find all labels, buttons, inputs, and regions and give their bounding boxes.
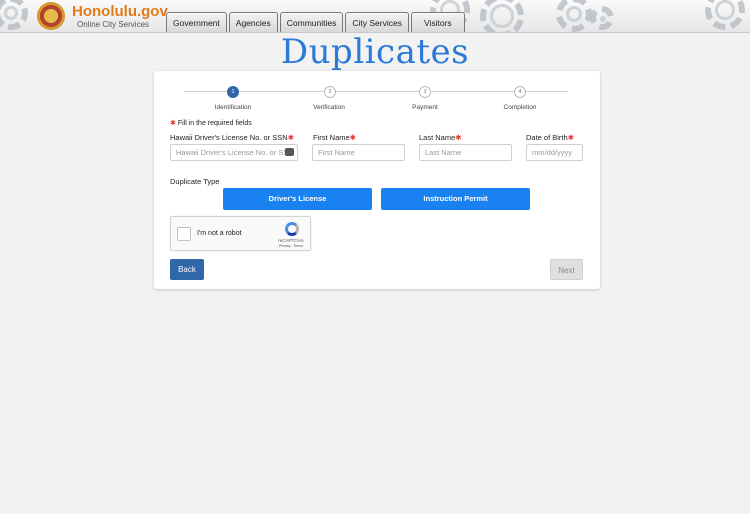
autofill-key-icon[interactable] <box>285 148 294 156</box>
form-card: 1 2 3 4 Identification Verification Paym… <box>154 71 600 289</box>
gear-decoration-icon <box>590 6 614 30</box>
required-note: ✱ Fill in the required fields <box>170 119 252 127</box>
step-4-indicator: 4 <box>514 86 526 98</box>
nav-tab-agencies[interactable]: Agencies <box>228 12 278 32</box>
main-nav: Government Agencies Communities City Ser… <box>166 12 465 32</box>
site-header: Honolulu.gov Online City Services Govern… <box>0 0 750 33</box>
required-asterisk-icon: ✱ <box>170 120 176 127</box>
gear-decoration-icon <box>0 0 28 30</box>
step-4-label: Completion <box>503 104 537 111</box>
dob-label-text: Date of Birth <box>526 133 568 142</box>
license-label-text: Hawaii Driver's License No. or SSN <box>170 133 288 142</box>
recaptcha-label: I'm not a robot <box>197 230 242 237</box>
last-name-label: Last Name✱ <box>419 133 462 142</box>
step-1-indicator: 1 <box>227 86 239 98</box>
recaptcha-widget: I'm not a robot reCAPTCHA Privacy - Term… <box>170 216 311 251</box>
nav-tab-government[interactable]: Government <box>166 12 227 32</box>
step-1-label: Identification <box>214 104 252 111</box>
back-button[interactable]: Back <box>170 259 204 280</box>
city-seal-logo[interactable] <box>37 2 65 30</box>
nav-tab-city-services[interactable]: City Services <box>345 12 409 32</box>
next-button[interactable]: Next <box>550 259 583 280</box>
first-name-label: First Name✱ <box>313 133 356 142</box>
last-name-input[interactable] <box>419 144 512 161</box>
gear-decoration-icon <box>556 0 592 32</box>
instruction-permit-button[interactable]: Instruction Permit <box>381 188 530 210</box>
dob-label: Date of Birth✱ <box>526 133 574 142</box>
recaptcha-checkbox[interactable] <box>177 227 191 241</box>
page-title: Duplicates <box>280 32 470 72</box>
first-name-label-text: First Name <box>313 133 350 142</box>
dob-input[interactable] <box>526 144 583 161</box>
first-name-input[interactable] <box>312 144 405 161</box>
required-asterisk-icon: ✱ <box>349 133 356 142</box>
license-input[interactable] <box>170 144 298 161</box>
step-3-indicator: 3 <box>419 86 431 98</box>
duplicate-type-label: Duplicate Type <box>170 177 220 186</box>
gear-decoration-icon <box>705 0 745 30</box>
stepper-line <box>184 91 568 92</box>
nav-tab-communities[interactable]: Communities <box>279 12 344 32</box>
required-note-text: Fill in the required fields <box>177 120 252 127</box>
recaptcha-logo-icon <box>285 222 299 236</box>
required-asterisk-icon: ✱ <box>287 133 295 142</box>
site-name[interactable]: Honolulu.gov <box>72 3 168 20</box>
last-name-label-text: Last Name <box>419 133 456 142</box>
nav-tab-visitors[interactable]: Visitors <box>410 12 465 32</box>
drivers-license-button[interactable]: Driver's License <box>223 188 372 210</box>
step-2-indicator: 2 <box>324 86 336 98</box>
license-label: Hawaii Driver's License No. or SSN✱ <box>170 133 294 142</box>
required-asterisk-icon: ✱ <box>455 133 462 142</box>
step-3-label: Payment <box>412 104 438 111</box>
recaptcha-links[interactable]: Privacy - Terms <box>273 244 309 248</box>
recaptcha-brand: reCAPTCHA <box>278 238 304 243</box>
site-subtitle: Online City Services <box>77 20 150 29</box>
step-2-label: Verification <box>313 104 345 111</box>
gear-decoration-icon <box>480 0 524 32</box>
required-asterisk-icon: ✱ <box>567 133 574 142</box>
